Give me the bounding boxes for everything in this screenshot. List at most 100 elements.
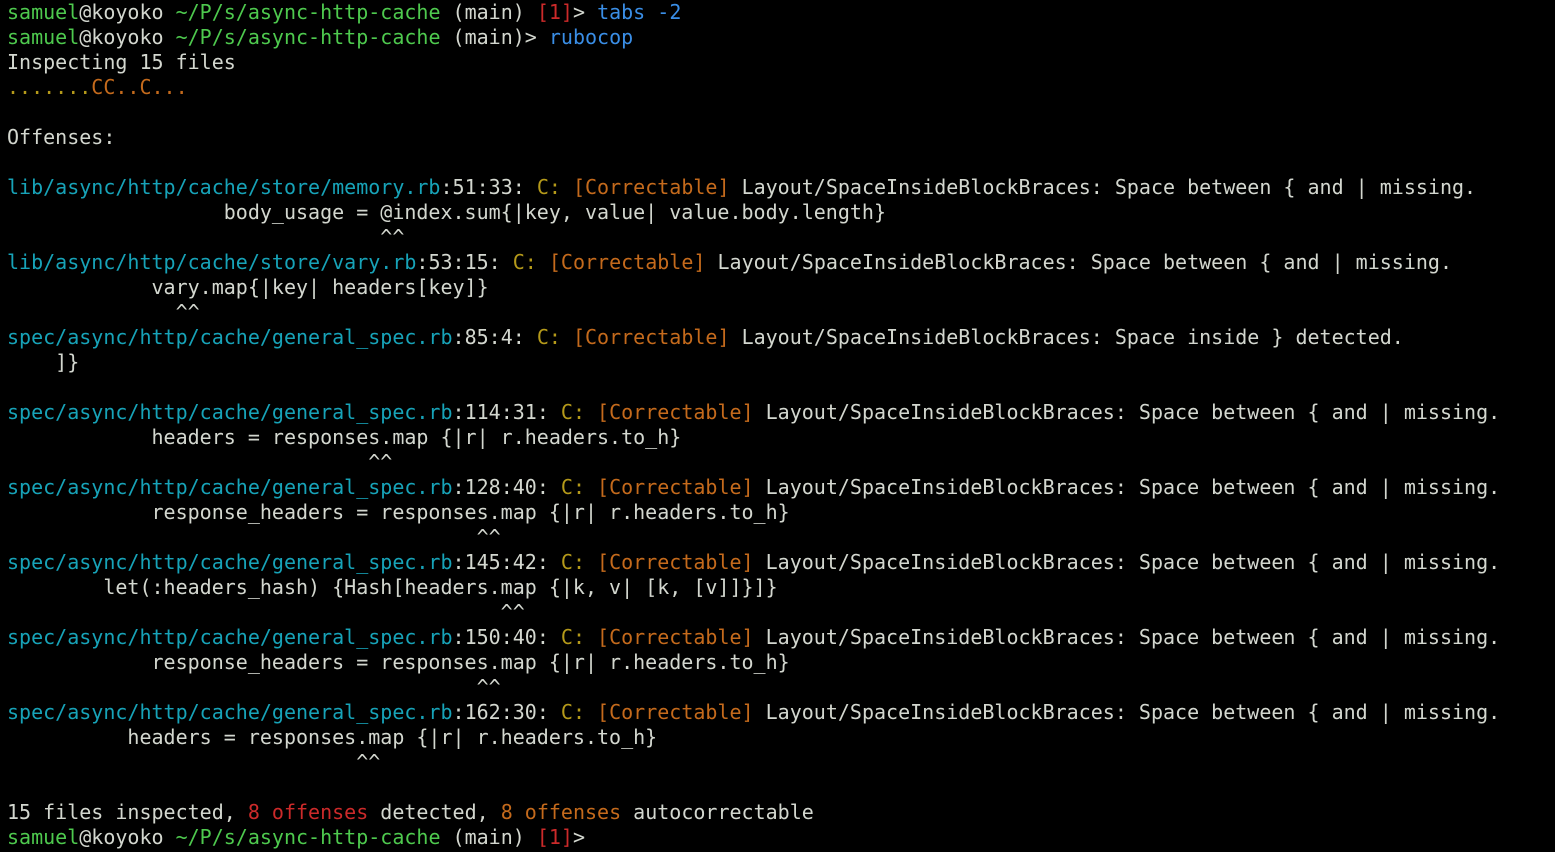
offense-correctable: [Correctable]: [548, 250, 706, 274]
prompt-arrow: >: [524, 25, 537, 49]
offense-caret: ^^: [7, 525, 501, 549]
prompt-branch: (main): [452, 25, 525, 49]
offense-severity: C:: [536, 175, 561, 199]
prompt-host: koyoko: [91, 25, 164, 49]
offense-message: Space between { and | missing.: [1138, 475, 1501, 499]
prompt-user: samuel: [7, 825, 80, 849]
offense-caret: [7, 375, 1555, 400]
prompt-path: ~/P/s/async-http-cache: [175, 25, 441, 49]
offense-code: headers = responses.map {|r| r.headers.t…: [7, 425, 682, 449]
prompt-arrow: >: [572, 825, 586, 849]
offense-location: :51:33:: [440, 175, 525, 199]
prompt-at: @: [79, 825, 92, 849]
offense-correctable: [Correctable]: [572, 325, 730, 349]
summary-autocorrect-count: 8 offenses: [500, 800, 622, 824]
offense-caret: ^^: [7, 750, 381, 774]
summary-suffix: autocorrectable: [621, 800, 814, 824]
offense-caret: ^^: [7, 600, 525, 624]
prompt-status: [1]: [536, 825, 573, 849]
progress-line: .......CC..C...: [7, 75, 1555, 100]
terminal-window[interactable]: samuel@koyoko ~/P/s/async-http-cache (ma…: [0, 0, 1555, 850]
offense-file[interactable]: spec/async/http/cache/general_spec.rb: [7, 475, 453, 499]
offense-header: lib/async/http/cache/store/memory.rb:51:…: [7, 175, 1555, 200]
prompt-user: samuel: [7, 0, 80, 24]
prompt-path: ~/P/s/async-http-cache: [175, 825, 441, 849]
prompt-line: samuel@koyoko ~/P/s/async-http-cache (ma…: [7, 25, 1555, 50]
offense-location: :85:4:: [452, 325, 525, 349]
offense-location: :53:15:: [416, 250, 501, 274]
offense-header: spec/async/http/cache/general_spec.rb:85…: [7, 325, 1555, 350]
summary-prefix: 15 files inspected,: [7, 800, 248, 824]
offense-file[interactable]: spec/async/http/cache/general_spec.rb: [7, 700, 453, 724]
summary-line: 15 files inspected, 8 offenses detected,…: [7, 800, 1555, 825]
offense-location: :114:31:: [452, 400, 549, 424]
offense-location: :145:42:: [452, 550, 549, 574]
offenses-header: Offenses:: [7, 125, 116, 149]
offenses-list: lib/async/http/cache/store/memory.rb:51:…: [7, 175, 1555, 775]
offense-header: spec/async/http/cache/general_spec.rb:15…: [7, 625, 1555, 650]
command-text: tabs: [597, 0, 646, 24]
progress-dots: .......: [7, 75, 92, 99]
offense-caret: ^^: [7, 675, 501, 699]
offense-severity: C:: [560, 700, 585, 724]
offense-severity: C:: [560, 550, 585, 574]
offense-location: :162:30:: [452, 700, 549, 724]
prompt-line: samuel@koyoko ~/P/s/async-http-cache (ma…: [7, 0, 1555, 25]
offense-code: headers = responses.map {|r| r.headers.t…: [7, 725, 658, 749]
prompt-at: @: [79, 25, 92, 49]
offense-location: :150:40:: [452, 625, 549, 649]
offense-correctable: [Correctable]: [597, 550, 754, 574]
prompt-arrow: >: [572, 0, 586, 24]
prompt-branch: (main): [452, 0, 525, 24]
offense-header: spec/async/http/cache/general_spec.rb:12…: [7, 475, 1555, 500]
summary-offenses-count: 8 offenses: [247, 800, 369, 824]
summary-mid: detected,: [368, 800, 501, 824]
offense-header: lib/async/http/cache/store/vary.rb:53:15…: [7, 250, 1555, 275]
offense-severity: C:: [560, 625, 585, 649]
offense-correctable: [Correctable]: [597, 625, 754, 649]
offense-code: response_headers = responses.map {|r| r.…: [7, 500, 790, 524]
offense-cop: Layout/SpaceInsideBlockBraces:: [765, 550, 1127, 574]
offense-code: vary.map{|key| headers[key]}: [7, 275, 489, 299]
inspecting-text: Inspecting 15 files: [7, 50, 236, 74]
prompt-host: koyoko: [91, 825, 164, 849]
prompt-status: [1]: [536, 0, 573, 24]
offense-message: Space inside } detected.: [1114, 325, 1404, 349]
offense-file[interactable]: spec/async/http/cache/general_spec.rb: [7, 400, 453, 424]
offense-message: Space between { and | missing.: [1138, 625, 1501, 649]
prompt-at: @: [79, 0, 92, 24]
prompt-user: samuel: [7, 25, 80, 49]
command-text: rubocop: [548, 25, 634, 49]
offense-message: Space between { and | missing.: [1114, 175, 1477, 199]
offense-code: let(:headers_hash) {Hash[headers.map {|k…: [7, 575, 778, 599]
offense-message: Space between { and | missing.: [1090, 250, 1452, 274]
offense-severity: C:: [560, 400, 585, 424]
offense-location: :128:40:: [452, 475, 549, 499]
offense-file[interactable]: spec/async/http/cache/general_spec.rb: [7, 550, 453, 574]
prompt-branch: (main): [452, 825, 525, 849]
offense-file[interactable]: lib/async/http/cache/store/memory.rb: [7, 175, 440, 199]
offense-header: spec/async/http/cache/general_spec.rb:11…: [7, 400, 1555, 425]
offense-cop: Layout/SpaceInsideBlockBraces:: [765, 475, 1127, 499]
offense-file[interactable]: lib/async/http/cache/store/vary.rb: [7, 250, 416, 274]
offense-correctable: [Correctable]: [597, 400, 754, 424]
offense-correctable: [Correctable]: [597, 475, 754, 499]
prompt-line[interactable]: samuel@koyoko ~/P/s/async-http-cache (ma…: [7, 825, 1555, 850]
offense-file[interactable]: spec/async/http/cache/general_spec.rb: [7, 325, 453, 349]
offense-cop: Layout/SpaceInsideBlockBraces:: [765, 625, 1127, 649]
command-arg: -2: [657, 0, 682, 24]
offense-caret: ^^: [7, 450, 393, 474]
offense-severity: C:: [512, 250, 537, 274]
offense-severity: C:: [560, 475, 585, 499]
offense-code: ]}: [7, 350, 80, 374]
offense-caret: ^^: [7, 225, 405, 249]
offense-cop: Layout/SpaceInsideBlockBraces:: [765, 700, 1127, 724]
offense-message: Space between { and | missing.: [1138, 400, 1501, 424]
prompt-host: koyoko: [91, 0, 164, 24]
offense-file[interactable]: spec/async/http/cache/general_spec.rb: [7, 625, 453, 649]
offense-header: spec/async/http/cache/general_spec.rb:16…: [7, 700, 1555, 725]
offense-cop: Layout/SpaceInsideBlockBraces:: [765, 400, 1127, 424]
